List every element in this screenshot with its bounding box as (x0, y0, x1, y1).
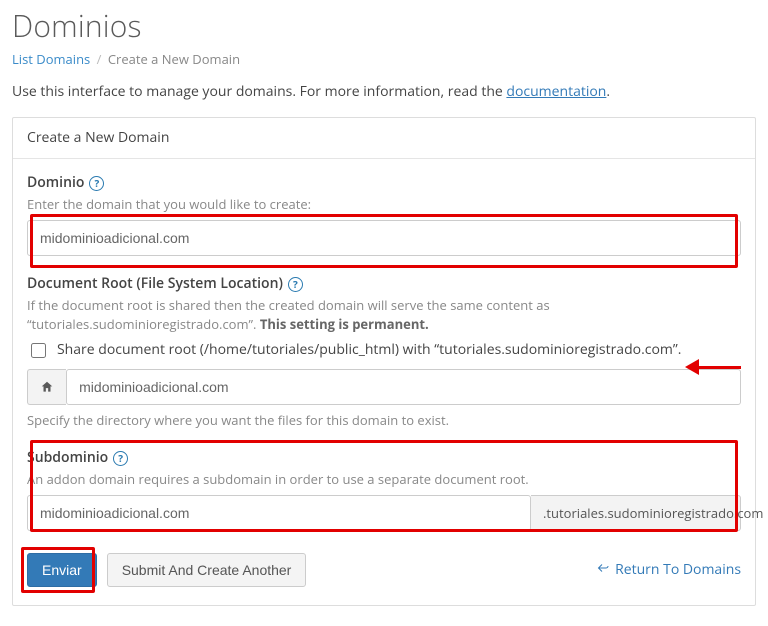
help-icon[interactable]: ? (113, 451, 128, 466)
domain-label: Dominio (27, 173, 84, 193)
share-docroot-checkbox[interactable] (31, 343, 46, 358)
docroot-section: Document Root (File System Location) ? I… (27, 274, 741, 430)
docroot-path-input[interactable] (66, 369, 741, 405)
subdomain-section: Subdominio ? An addon domain requires a … (27, 448, 741, 531)
breadcrumb-current: Create a New Domain (108, 50, 240, 68)
home-icon (27, 369, 66, 405)
docroot-path-hint: Specify the directory where you want the… (27, 411, 741, 430)
domain-section: Dominio ? Enter the domain that you woul… (27, 173, 741, 256)
share-docroot-label: Share document root (/home/tutoriales/pu… (57, 340, 681, 360)
share-docroot-checkbox-row[interactable]: Share document root (/home/tutoriales/pu… (27, 340, 741, 361)
panel-heading: Create a New Domain (13, 118, 755, 159)
return-link-label: Return To Domains (615, 560, 741, 580)
intro-suffix: . (606, 82, 610, 101)
create-domain-panel: Create a New Domain Dominio ? Enter the … (12, 117, 756, 606)
breadcrumb: List Domains / Create a New Domain (12, 50, 756, 69)
docroot-label: Document Root (File System Location) (27, 274, 283, 294)
subdomain-label: Subdominio (27, 448, 108, 468)
subdomain-suffix: .tutoriales.sudominioregistrado.com (531, 495, 741, 531)
domain-input[interactable] (27, 220, 741, 256)
breadcrumb-separator: / (97, 50, 102, 68)
domain-hint: Enter the domain that you would like to … (27, 195, 741, 214)
action-row: Enviar Submit And Create Another Return … (27, 553, 741, 587)
submit-button[interactable]: Enviar (27, 553, 97, 587)
subdomain-hint: An addon domain requires a subdomain in … (27, 470, 741, 489)
subdomain-input[interactable] (27, 495, 531, 531)
help-icon[interactable]: ? (288, 277, 303, 292)
page-title: Dominios (12, 4, 756, 48)
intro-text: Use this interface to manage your domain… (12, 82, 756, 102)
docroot-hint: If the document root is shared then the … (27, 296, 741, 334)
return-arrow-icon (597, 560, 609, 580)
breadcrumb-list-domains[interactable]: List Domains (12, 50, 90, 68)
intro-prefix: Use this interface to manage your domain… (12, 82, 506, 101)
documentation-link[interactable]: documentation (506, 82, 606, 101)
return-to-domains-link[interactable]: Return To Domains (597, 560, 741, 580)
help-icon[interactable]: ? (89, 176, 104, 191)
submit-create-another-button[interactable]: Submit And Create Another (107, 553, 307, 587)
